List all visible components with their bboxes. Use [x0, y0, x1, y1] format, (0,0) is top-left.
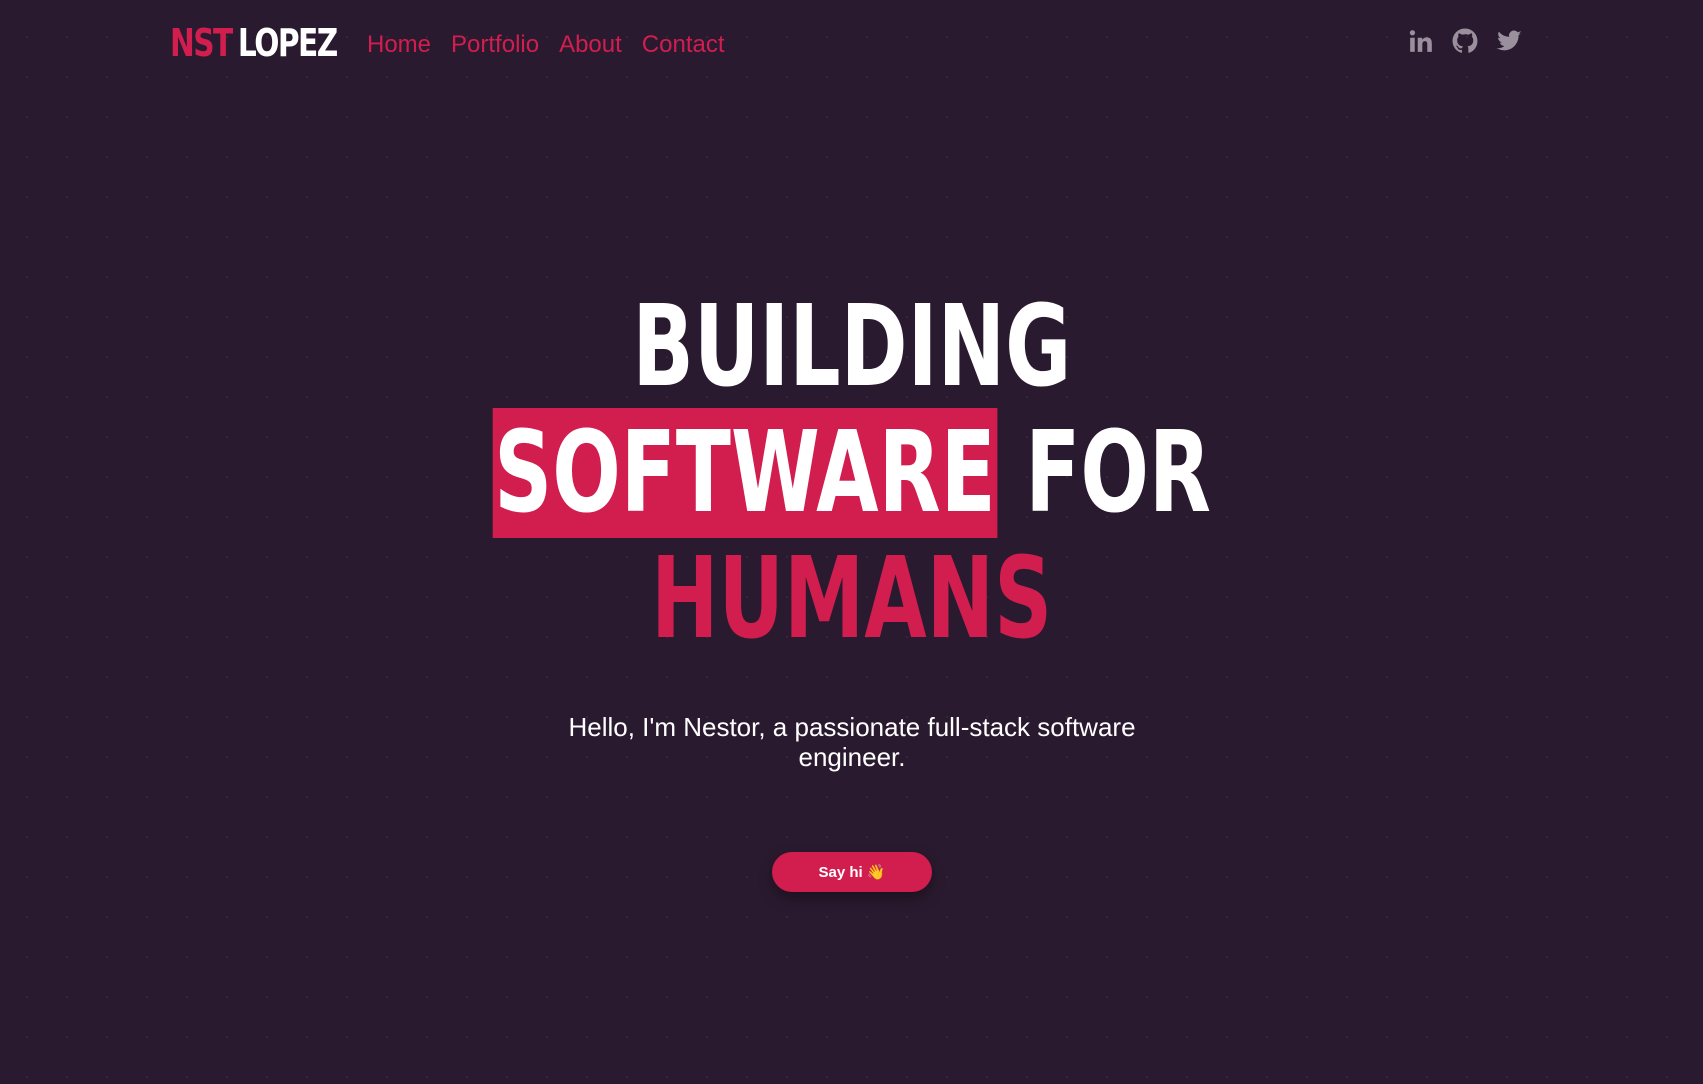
- github-icon[interactable]: [1452, 28, 1478, 54]
- social-links: [1408, 28, 1522, 54]
- say-hi-button[interactable]: Say hi 👋: [772, 852, 932, 892]
- hero-line-1-text: BUILDING: [632, 282, 1071, 412]
- main-nav: Home Portfolio About Contact: [367, 28, 725, 62]
- hero-line-2-rest: FOR: [996, 408, 1211, 538]
- site-logo[interactable]: NST LOPEZ: [170, 20, 338, 66]
- nav-home[interactable]: Home: [367, 28, 431, 62]
- hero-highlight: SOFTWARE: [492, 408, 997, 538]
- hero-line-2: SOFTWARE FOR: [0, 408, 1703, 538]
- twitter-icon[interactable]: [1496, 28, 1522, 54]
- nav-about[interactable]: About: [559, 28, 622, 62]
- nav-contact[interactable]: Contact: [642, 28, 725, 62]
- nav-portfolio[interactable]: Portfolio: [451, 28, 539, 62]
- logo-second: LOPEZ: [237, 21, 338, 65]
- site-header: NST LOPEZ Home Portfolio About Contact: [0, 0, 1703, 90]
- hero-subtitle: Hello, I'm Nestor, a passionate full-sta…: [568, 712, 1136, 772]
- logo-first: NST: [170, 21, 233, 65]
- hero-line-3-text: HUMANS: [650, 534, 1053, 664]
- linkedin-icon[interactable]: [1408, 28, 1434, 54]
- hero-line-3: HUMANS: [0, 534, 1703, 664]
- hero-line-1: BUILDING: [0, 282, 1703, 412]
